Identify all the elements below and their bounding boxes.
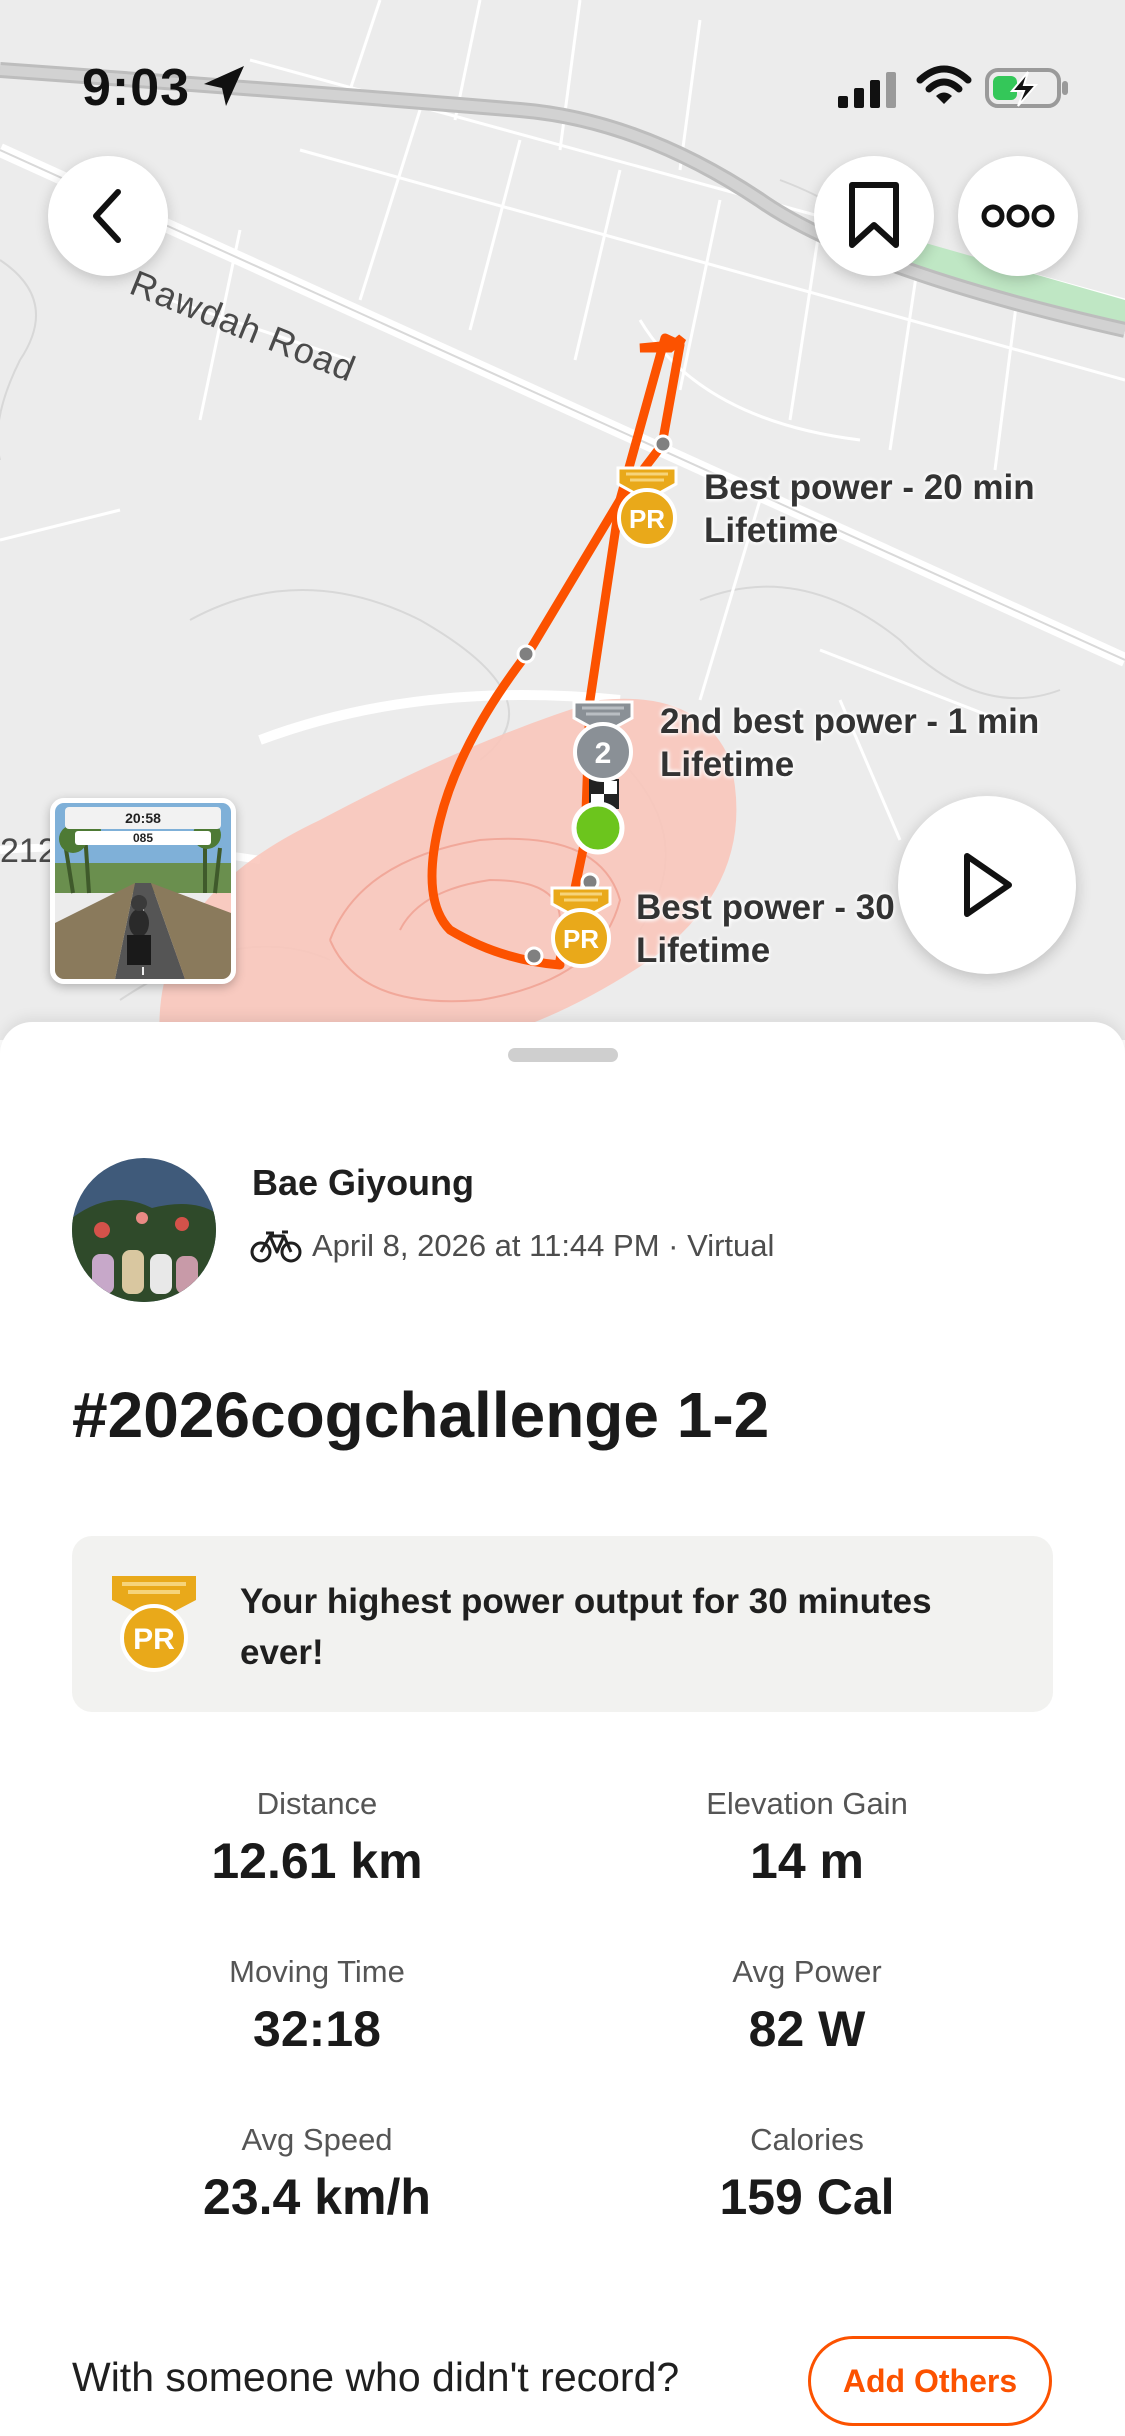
stat-distance: Distance 12.61 km <box>107 1786 527 1890</box>
sheet-grabber[interactable] <box>508 1048 618 1062</box>
stat-label: Avg Power <box>732 1954 882 1989</box>
achievement-text: Your highest power output for 30 minutes… <box>240 1582 932 1672</box>
achievement-title: Best power - 20 min <box>704 468 1035 507</box>
back-button[interactable] <box>48 156 168 276</box>
avatar-image <box>72 1158 216 1302</box>
stat-value: 12.61 km <box>211 1833 423 1889</box>
stat-avg-speed: Avg Speed 23.4 km/h <box>107 2122 527 2226</box>
achievement-title: Best power - 30 <box>636 888 895 927</box>
play-flyover-button[interactable] <box>898 796 1076 974</box>
add-others-button[interactable]: Add Others <box>808 2336 1052 2426</box>
battery-charging-icon <box>985 68 1068 108</box>
cellular-signal-icon <box>838 72 896 108</box>
more-options-icon <box>981 204 1055 228</box>
stat-elevation-gain: Elevation Gain 14 m <box>597 1786 1017 1890</box>
chevron-left-icon <box>93 189 121 243</box>
activity-title: #2026cogchallenge 1-2 <box>72 1379 770 1451</box>
pr-medal-icon[interactable]: PR <box>546 886 616 970</box>
add-others-prompt: With someone who didn't record? <box>72 2354 680 2400</box>
play-icon <box>964 853 1012 917</box>
achievement-label: 2nd best power - 1 min Lifetime <box>660 700 1039 786</box>
silver-medal-icon[interactable]: 2 <box>568 700 638 784</box>
stat-calories: Calories 159 Cal <box>597 2122 1017 2226</box>
status-time: 9:03 <box>82 59 191 117</box>
bike-icon <box>250 1230 302 1263</box>
achievement-badge-text: PR <box>133 1623 175 1656</box>
pr-medal-icon[interactable]: PR <box>612 466 682 550</box>
stat-label: Avg Speed <box>241 2122 393 2157</box>
svg-text:PR: PR <box>563 924 599 954</box>
location-arrow-icon <box>204 66 244 106</box>
avatar[interactable] <box>72 1158 216 1302</box>
route-map[interactable]: PR Best power - 20 min Lifetime 2 2nd be… <box>0 0 1125 1040</box>
stat-label: Moving Time <box>229 1954 405 1989</box>
road-number: 212 <box>0 832 57 870</box>
achievement-subtitle: Lifetime <box>636 931 771 970</box>
svg-text:PR: PR <box>629 504 665 534</box>
achievement-title: 2nd best power - 1 min <box>660 702 1040 741</box>
pr-medal-icon: PR <box>112 1576 196 1672</box>
achievement-subtitle: Lifetime <box>704 511 839 550</box>
achievement-label: Best power - 30 Lifetime <box>636 886 895 972</box>
stat-avg-power: Avg Power 82 W <box>597 1954 1017 2058</box>
athlete-name[interactable]: Bae Giyoung <box>252 1162 474 1204</box>
thumbnail-time: 20:58 <box>125 810 161 826</box>
thumbnail-power: 085 <box>133 831 153 845</box>
stat-label: Elevation Gain <box>706 1786 908 1821</box>
achievement-subtitle: Lifetime <box>660 745 795 784</box>
wifi-icon <box>916 65 972 104</box>
more-options-button[interactable] <box>958 156 1078 276</box>
bookmark-button[interactable] <box>814 156 934 276</box>
stat-value: 14 m <box>750 1833 864 1889</box>
bookmark-icon <box>849 182 899 248</box>
thumbnail-image: 20:58 085 <box>55 803 231 979</box>
activity-media-thumbnail[interactable]: 20:58 085 <box>50 798 236 984</box>
achievement-card[interactable]: PR Your highest power output for 30 minu… <box>72 1536 1053 1712</box>
status-bar: 9:03 <box>0 0 1125 170</box>
stat-label: Distance <box>256 1786 378 1821</box>
activity-detail-sheet[interactable]: Bae Giyoung April 8, 2026 at 11:44 PM · … <box>0 1022 1125 2436</box>
stat-label: Calories <box>750 2122 864 2157</box>
stat-value: 23.4 km/h <box>203 2169 431 2225</box>
stat-value: 82 W <box>748 2001 866 2057</box>
stat-moving-time: Moving Time 32:18 <box>107 1954 527 2058</box>
activity-meta: April 8, 2026 at 11:44 PM · Virtual <box>312 1228 775 1263</box>
stat-value: 32:18 <box>253 2001 381 2057</box>
achievement-label: Best power - 20 min Lifetime <box>704 466 1035 552</box>
svg-text:2: 2 <box>595 737 612 770</box>
stat-value: 159 Cal <box>719 2169 895 2225</box>
